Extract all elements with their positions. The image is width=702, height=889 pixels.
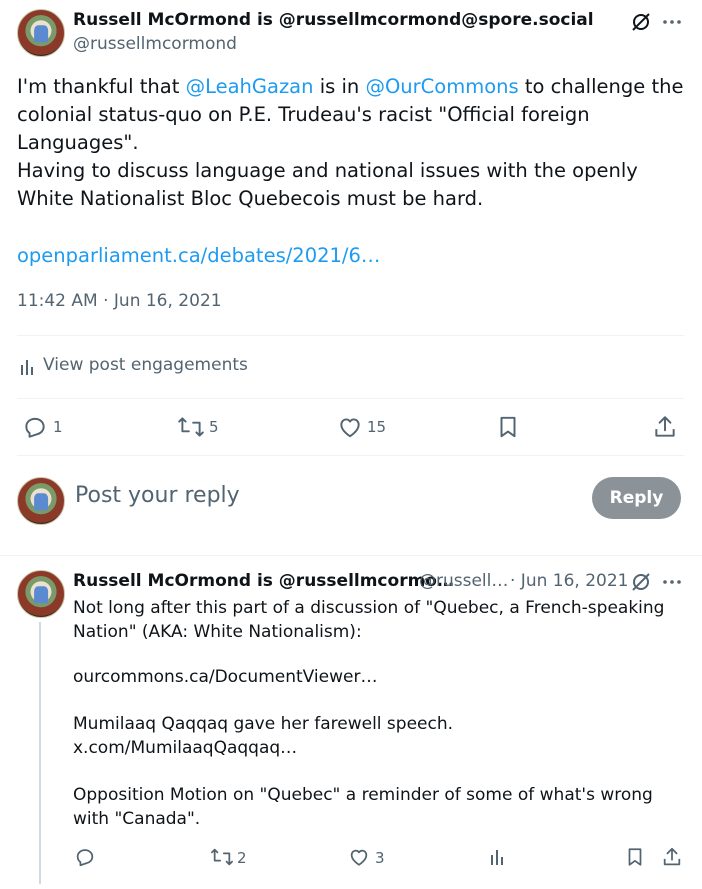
more-icon[interactable] [660, 570, 684, 594]
reply-input[interactable]: Post your reply [75, 483, 240, 508]
like-count: 3 [375, 849, 385, 867]
post-text-segment: I'm thankful that [17, 75, 186, 98]
analytics-icon[interactable] [488, 847, 508, 867]
reply-count: 1 [53, 418, 63, 436]
reply-link-2[interactable]: x.com/MumilaaqQaqqaq… [73, 737, 297, 761]
reply-author-handle[interactable]: @russell… [419, 571, 508, 591]
reply-text-line2: Mumilaaq Qaqqaq gave her farewell speech… [73, 714, 454, 734]
repost-count: 2 [237, 849, 247, 867]
divider [17, 335, 684, 336]
user-avatar[interactable] [17, 477, 65, 525]
grok-icon[interactable] [629, 570, 653, 594]
repost-icon[interactable] [210, 846, 234, 868]
thread-line [39, 622, 41, 884]
heart-icon[interactable] [348, 846, 370, 868]
author-name[interactable]: Russell McOrmond is @russellmcormond@spo… [73, 10, 594, 30]
like-count: 15 [367, 418, 387, 436]
view-engagements-link[interactable]: View post engagements [43, 355, 248, 375]
repost-icon[interactable] [177, 414, 205, 440]
reply-link-1[interactable]: ourcommons.ca/DocumentViewer… [73, 666, 377, 690]
post-body: I'm thankful that @LeahGazan is in @OurC… [17, 73, 687, 157]
divider [17, 455, 684, 456]
mention-leahgazan[interactable]: @LeahGazan [186, 75, 314, 98]
divider [0, 555, 702, 556]
reply-text-line3: Opposition Motion on "Quebec" a reminder… [73, 785, 653, 829]
bookmark-icon[interactable] [624, 846, 646, 868]
reply-icon[interactable] [22, 414, 48, 440]
post-text-segment: is in [313, 75, 366, 98]
heart-icon[interactable] [337, 414, 363, 440]
author-handle[interactable]: @russellmcormond [73, 34, 237, 54]
reply-button[interactable]: Reply [592, 477, 681, 519]
reply-date[interactable]: · Jun 16, 2021 [510, 571, 628, 591]
reply-author-name[interactable]: Russell McOrmond is @russellmcormo… [73, 571, 454, 591]
post-timestamp[interactable]: 11:42 AM · Jun 16, 2021 [17, 291, 222, 311]
repost-count: 5 [209, 418, 219, 436]
reply-author-avatar[interactable] [17, 570, 65, 618]
post-link[interactable]: openparliament.ca/debates/2021/6… [17, 242, 380, 270]
share-icon[interactable] [652, 414, 678, 440]
analytics-icon [18, 357, 38, 377]
share-icon[interactable] [661, 846, 683, 868]
divider [17, 398, 684, 399]
grok-icon[interactable] [629, 10, 653, 34]
post-paragraph-2: Having to discuss language and national … [17, 159, 638, 210]
mention-ourcommons[interactable]: @OurCommons [365, 75, 518, 98]
more-icon[interactable] [660, 10, 684, 34]
reply-icon[interactable] [74, 846, 96, 868]
reply-text-line1: Not long after this part of a discussion… [73, 598, 665, 642]
bookmark-icon[interactable] [495, 414, 521, 440]
author-avatar[interactable] [17, 9, 65, 57]
